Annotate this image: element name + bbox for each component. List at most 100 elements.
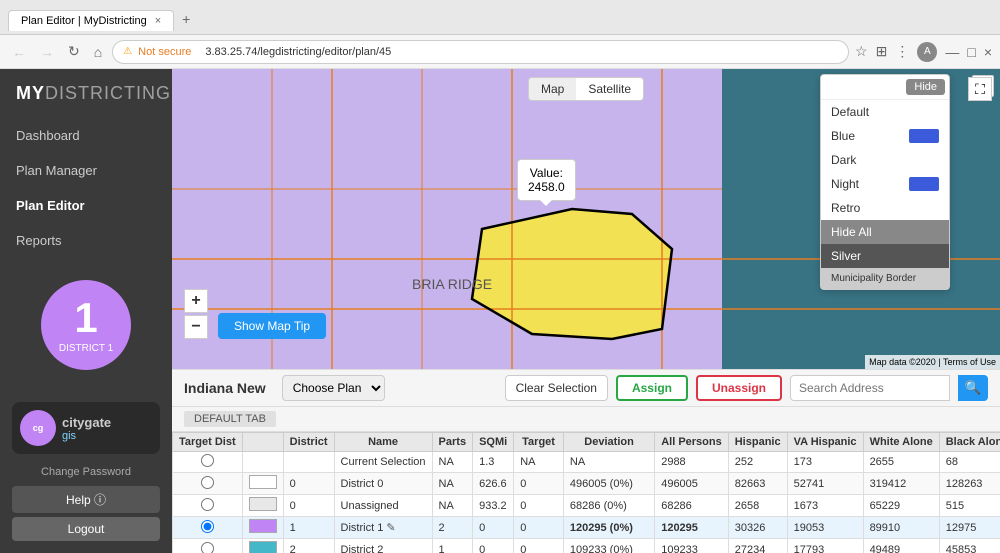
- cell-radio[interactable]: [173, 473, 243, 495]
- cell-hispanic: 30326: [728, 517, 787, 539]
- search-address-button[interactable]: 🔍: [958, 375, 988, 401]
- cell-all-persons: 120295: [655, 517, 729, 539]
- hide-button[interactable]: Hide: [906, 79, 945, 95]
- cell-parts: NA: [432, 473, 473, 495]
- tab-close-icon[interactable]: ×: [155, 15, 161, 27]
- cell-name: District 1 ✎: [334, 517, 432, 539]
- style-default[interactable]: Default: [821, 100, 949, 124]
- cell-target: 0: [514, 473, 564, 495]
- restore-icon[interactable]: □: [967, 44, 975, 60]
- edit-icon[interactable]: ✎: [386, 522, 395, 534]
- cell-sqmi: 0: [473, 517, 514, 539]
- sidebar-item-reports[interactable]: Reports: [0, 223, 172, 258]
- sidebar-item-dashboard[interactable]: Dashboard: [0, 118, 172, 153]
- help-button[interactable]: Help ⓘ: [12, 486, 160, 513]
- cell-radio[interactable]: [173, 539, 243, 553]
- address-bar[interactable]: ⚠ Not secure 3.83.25.74/legdistricting/e…: [112, 40, 849, 64]
- main-content: BRIA RIDGE Map Satellite Value: 2458.0 H…: [172, 69, 1000, 553]
- col-black-alone: Black Alone: [939, 433, 1000, 452]
- settings-icon[interactable]: ⋮: [895, 43, 909, 60]
- sidebar: MYDISTRICTING Dashboard Plan Manager Pla…: [0, 69, 172, 553]
- cell-hispanic: 27234: [728, 539, 787, 553]
- col-sqmi: SQMi: [473, 433, 514, 452]
- logo-districting: DISTRICTING: [45, 83, 171, 103]
- hide-all-button[interactable]: Hide All: [821, 220, 949, 244]
- forward-button[interactable]: →: [36, 42, 58, 62]
- table-row: 2 District 2 1 0 0 109233 (0%) 109233 27…: [173, 539, 1000, 553]
- cell-parts: 2: [432, 517, 473, 539]
- cell-target: 0: [514, 495, 564, 517]
- zoom-out-button[interactable]: −: [184, 315, 208, 339]
- cell-white-alone: 2655: [863, 452, 939, 473]
- change-password-link[interactable]: Change Password: [12, 462, 160, 482]
- tooltip-label: Value:: [528, 166, 565, 180]
- col-va-hispanic: VA Hispanic: [787, 433, 863, 452]
- district-label: DISTRICT 1: [59, 343, 113, 354]
- col-parts: Parts: [432, 433, 473, 452]
- cell-radio[interactable]: [173, 495, 243, 517]
- new-tab-button[interactable]: +: [174, 7, 198, 31]
- extensions-icon[interactable]: ⊞: [876, 43, 888, 60]
- logout-button[interactable]: Logout: [12, 517, 160, 541]
- plan-select[interactable]: Choose Plan: [282, 375, 385, 401]
- cell-radio[interactable]: [173, 452, 243, 473]
- citygate-text-block: citygate gis: [62, 415, 111, 442]
- unassign-button[interactable]: Unassign: [696, 375, 782, 401]
- cell-all-persons: 109233: [655, 539, 729, 553]
- default-tab[interactable]: DEFAULT TAB: [184, 411, 276, 427]
- cell-white-alone: 89910: [863, 517, 939, 539]
- cell-swatch: [242, 452, 283, 473]
- cell-va-hispanic: 173: [787, 452, 863, 473]
- search-address-input[interactable]: [790, 375, 950, 401]
- cell-swatch: [242, 539, 283, 553]
- clear-selection-button[interactable]: Clear Selection: [505, 375, 608, 401]
- citygate-logo: cg citygate gis: [12, 402, 160, 454]
- minimize-icon[interactable]: —: [945, 44, 959, 60]
- nav-icons: ☆ ⊞ ⋮ A — □ ×: [855, 42, 992, 62]
- cell-deviation: 496005 (0%): [563, 473, 654, 495]
- map-style-panel: Hide Default Blue Dark Night Retro Hide …: [820, 74, 950, 290]
- style-dark[interactable]: Dark: [821, 148, 949, 172]
- cell-name: District 0: [334, 473, 432, 495]
- tab-title: Plan Editor | MyDistricting: [21, 15, 147, 27]
- map-type-map[interactable]: Map: [529, 78, 576, 100]
- cell-sqmi: 933.2: [473, 495, 514, 517]
- sidebar-item-plan-editor[interactable]: Plan Editor: [0, 188, 172, 223]
- sidebar-item-plan-manager[interactable]: Plan Manager: [0, 153, 172, 188]
- cell-district: [283, 452, 334, 473]
- cell-radio[interactable]: [173, 517, 243, 539]
- municipality-border[interactable]: Municipality Border: [821, 268, 949, 289]
- active-tab[interactable]: Plan Editor | MyDistricting ×: [8, 10, 174, 31]
- style-blue[interactable]: Blue: [821, 124, 949, 148]
- url-text: 3.83.25.74/legdistricting/editor/plan/45: [205, 46, 391, 58]
- home-button[interactable]: ⌂: [90, 42, 106, 62]
- window-close-icon[interactable]: ×: [984, 44, 992, 60]
- back-button[interactable]: ←: [8, 42, 30, 62]
- refresh-button[interactable]: ↻: [64, 41, 84, 62]
- style-retro[interactable]: Retro: [821, 196, 949, 220]
- browser-nav: ← → ↻ ⌂ ⚠ Not secure 3.83.25.74/legdistr…: [0, 35, 1000, 69]
- cell-deviation: 109233 (0%): [563, 539, 654, 553]
- toolbar: Indiana New Choose Plan Clear Selection …: [172, 369, 1000, 407]
- cell-black-alone: 128263: [939, 473, 1000, 495]
- cell-all-persons: 496005: [655, 473, 729, 495]
- user-avatar[interactable]: A: [917, 42, 937, 62]
- assign-button[interactable]: Assign: [616, 375, 688, 401]
- star-icon[interactable]: ☆: [855, 43, 868, 60]
- col-target: Target: [514, 433, 564, 452]
- cell-deviation: NA: [563, 452, 654, 473]
- sidebar-nav: Dashboard Plan Manager Plan Editor Repor…: [0, 118, 172, 260]
- col-name: Name: [334, 433, 432, 452]
- cell-va-hispanic: 17793: [787, 539, 863, 553]
- zoom-in-button[interactable]: +: [184, 289, 208, 313]
- cell-district: 2: [283, 539, 334, 553]
- map-fullscreen-button[interactable]: ⛶: [968, 77, 992, 101]
- show-map-tip-button[interactable]: Show Map Tip: [218, 313, 326, 339]
- style-silver[interactable]: Silver: [821, 244, 949, 268]
- cell-va-hispanic: 1673: [787, 495, 863, 517]
- cell-deviation: 120295 (0%): [563, 517, 654, 539]
- style-night[interactable]: Night: [821, 172, 949, 196]
- cell-hispanic: 252: [728, 452, 787, 473]
- cell-parts: NA: [432, 452, 473, 473]
- map-type-satellite[interactable]: Satellite: [576, 78, 643, 100]
